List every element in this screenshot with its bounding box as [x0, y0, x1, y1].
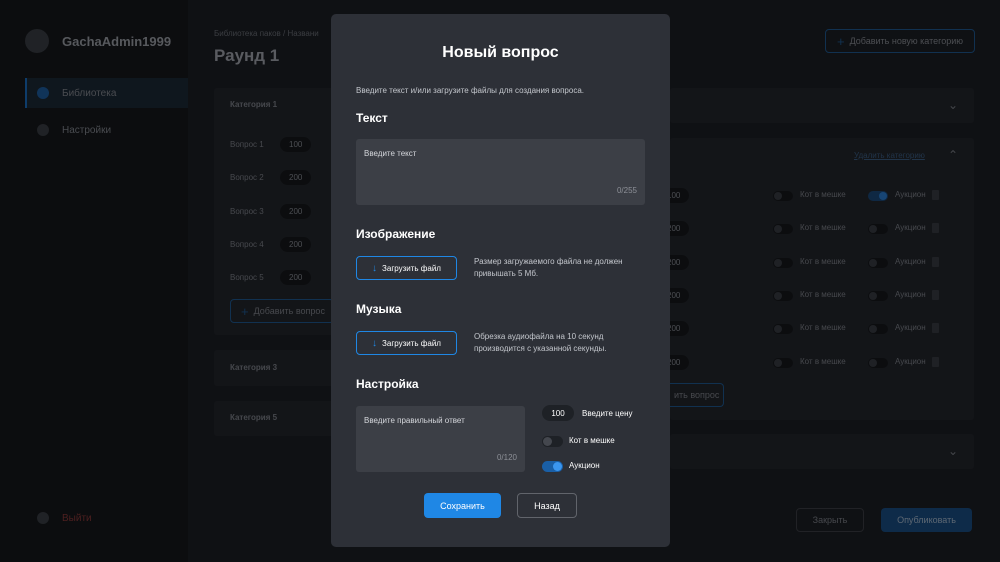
text-heading: Текст	[356, 111, 388, 125]
upload-image-button[interactable]: ↓ Загрузить файл	[356, 256, 457, 280]
price-label: Введите цену	[582, 409, 633, 418]
modal-title: Новый вопрос	[442, 44, 559, 61]
arrow-down-icon: ↓	[372, 337, 378, 349]
text-placeholder: Введите текст	[364, 149, 417, 158]
upload-label: Загрузить файл	[382, 263, 441, 273]
upload-music-button[interactable]: ↓ Загрузить файл	[356, 331, 457, 355]
cat-in-bag-toggle[interactable]	[542, 436, 563, 447]
upload-label: Загрузить файл	[382, 338, 441, 348]
cat-in-bag-label: Кот в мешке	[569, 436, 615, 445]
music-hint: Обрезка аудиофайла на 10 секунд производ…	[474, 332, 607, 353]
save-button[interactable]: Сохранить	[424, 493, 501, 518]
auction-label: Аукцион	[569, 461, 600, 470]
settings-heading: Настройка	[356, 377, 419, 391]
back-button[interactable]: Назад	[517, 493, 577, 518]
auction-toggle[interactable]	[542, 461, 563, 472]
image-heading: Изображение	[356, 227, 436, 241]
text-counter: 0/255	[616, 186, 637, 195]
price-input[interactable]: 100	[542, 405, 574, 421]
modal-subtitle: Введите текст и/или загрузите файлы для …	[356, 86, 584, 95]
image-hint: Размер загружаемого файла не должен прив…	[474, 257, 623, 278]
question-text-field[interactable]: Введите текст 0/255	[356, 139, 645, 205]
answer-placeholder: Введите правильный ответ	[364, 416, 465, 425]
music-heading: Музыка	[356, 302, 402, 316]
arrow-down-icon: ↓	[372, 262, 378, 274]
answer-counter: 0/120	[496, 453, 517, 462]
new-question-modal: Новый вопрос Введите текст и/или загрузи…	[331, 14, 670, 547]
answer-field[interactable]: Введите правильный ответ 0/120	[356, 406, 525, 472]
